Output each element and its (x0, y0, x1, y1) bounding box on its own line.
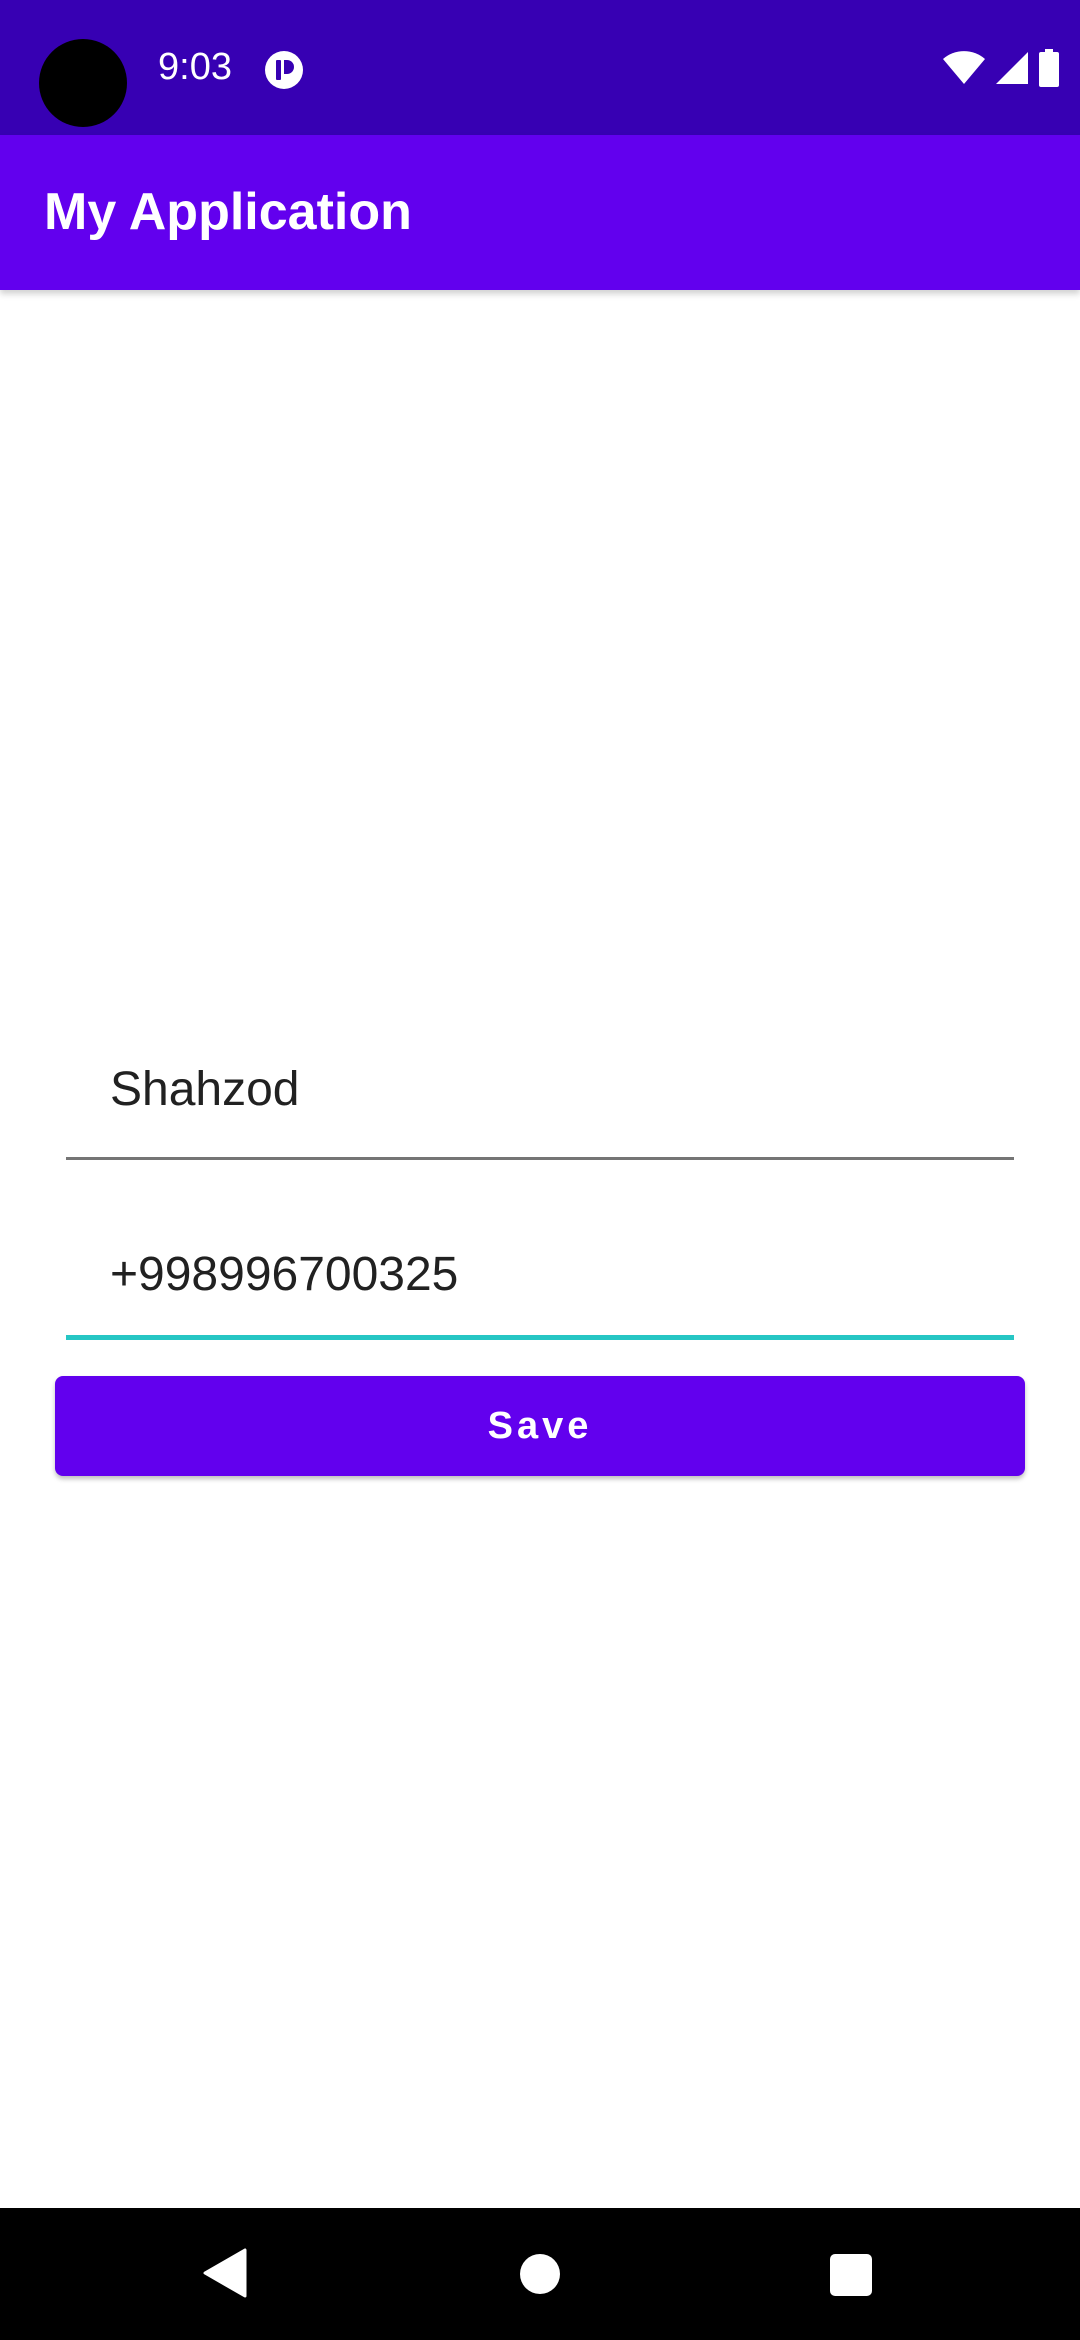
name-field[interactable]: Shahzod (66, 1030, 1014, 1160)
status-time: 9:03 (158, 46, 232, 88)
recents-icon[interactable] (830, 2254, 872, 2296)
navigation-bar (0, 2208, 1080, 2340)
screen: 9:03 My Application Shahzod +99899670032… (0, 0, 1080, 2340)
cellular-signal-icon (994, 50, 1030, 86)
back-icon[interactable] (203, 2248, 247, 2298)
name-field-underline (66, 1157, 1014, 1160)
app-bar: My Application (0, 135, 1080, 290)
name-field-value: Shahzod (110, 1063, 300, 1116)
phone-field-underline (66, 1335, 1014, 1340)
app-notification-icon (264, 50, 304, 90)
app-title: My Application (44, 183, 412, 241)
home-icon[interactable] (520, 2254, 560, 2294)
phone-field[interactable]: +998996700325 (66, 1210, 1014, 1340)
phone-field-value: +998996700325 (110, 1248, 459, 1301)
status-bar: 9:03 (0, 0, 1080, 135)
wifi-icon (942, 50, 986, 86)
status-icons (942, 48, 1060, 88)
save-button[interactable]: Save (55, 1376, 1025, 1476)
camera-cutout (39, 39, 127, 127)
battery-icon (1038, 49, 1060, 87)
